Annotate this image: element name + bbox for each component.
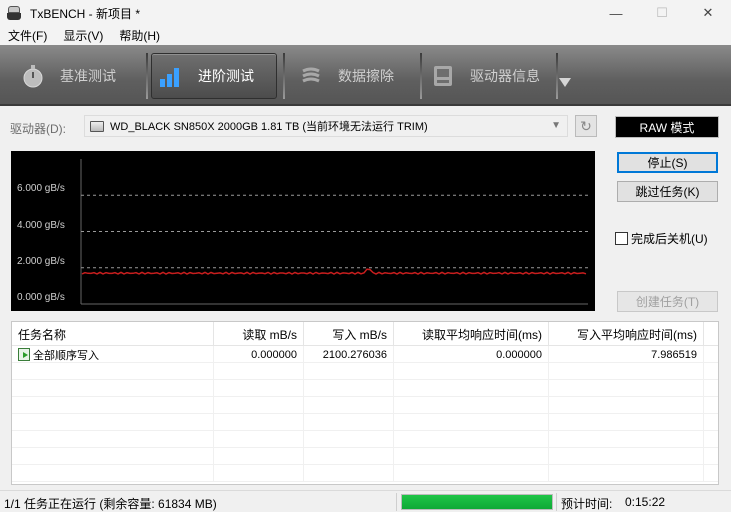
eta-label: 预计时间: (561, 497, 613, 511)
drive-selected-value: WD_BLACK SN850X 2000GB 1.81 TB (当前环境无法运行… (110, 121, 428, 133)
title-bar: TxBENCH - 新项目 * — ☐ ✕ (0, 0, 731, 26)
throughput-graph: 6.000 gB/s 4.000 gB/s 2.000 gB/s 0.000 g… (11, 151, 595, 311)
column-header[interactable]: 写入 mB/s (304, 322, 394, 346)
close-button[interactable]: ✕ (685, 0, 731, 26)
refresh-button[interactable]: ↻ (575, 115, 597, 137)
tab-advanced[interactable]: 进阶测试 (151, 53, 277, 99)
y-tick-label: 6.000 gB/s (17, 183, 65, 195)
column-header[interactable]: 任务名称 (12, 322, 214, 346)
tab-label: 基准测试 (60, 68, 116, 84)
eta-value: 0:15:22 (625, 495, 666, 509)
task-run-icon (18, 348, 30, 361)
write-value: 2100.276036 (304, 346, 394, 363)
task-table: 任务名称 读取 mB/s 写入 mB/s 读取平均响应时间(ms) 写入平均响应… (11, 321, 719, 485)
shutdown-label: 完成后关机(U) (631, 232, 708, 246)
menu-bar: 文件(F) 显示(V) 帮助(H) (0, 26, 731, 45)
menu-help[interactable]: 帮助(H) (111, 27, 168, 44)
app-icon (6, 5, 22, 21)
refresh-icon: ↻ (580, 117, 592, 134)
empty-row (12, 363, 718, 380)
read-avg-value: 0.000000 (394, 346, 549, 363)
drive-label: 驱动器(D): (10, 122, 66, 136)
write-speed-series-line (81, 268, 587, 275)
main-toolbar: 基准测试 进阶测试 数据擦除 驱动器信息 (0, 45, 731, 106)
write-avg-value: 7.986519 (549, 346, 704, 363)
tab-drive-info[interactable]: 驱动器信息 (430, 53, 555, 99)
progress-fill (402, 495, 552, 509)
eraser-icon (298, 63, 324, 89)
bar-chart-icon (158, 63, 184, 89)
column-header[interactable]: 读取 mB/s (214, 322, 304, 346)
empty-row (12, 448, 718, 465)
tab-label: 驱动器信息 (470, 68, 540, 84)
toolbar-more-icon[interactable] (559, 78, 571, 87)
chevron-down-icon: ▼ (551, 120, 561, 131)
empty-row (12, 397, 718, 414)
column-header[interactable]: 读取平均响应时间(ms) (394, 322, 549, 346)
drive-icon (90, 120, 104, 132)
y-tick-label: 4.000 gB/s (17, 219, 65, 231)
column-header[interactable]: 写入平均响应时间(ms) (549, 322, 704, 346)
window-title: TxBENCH - 新项目 * (30, 6, 141, 21)
table-row[interactable]: 全部顺序写入 0.000000 2100.276036 0.000000 7.9… (12, 346, 718, 363)
maximize-button[interactable]: ☐ (639, 0, 685, 26)
tab-erase[interactable]: 数据擦除 (298, 53, 418, 99)
status-bar: 1/1 任务正在运行 (剩余容量: 61834 MB) 预计时间: 0:15:2… (0, 490, 731, 512)
create-task-button[interactable]: 创建任务(T) (617, 291, 718, 312)
empty-row (12, 380, 718, 397)
menu-file[interactable]: 文件(F) (0, 27, 55, 44)
drive-select[interactable]: WD_BLACK SN850X 2000GB 1.81 TB (当前环境无法运行… (84, 115, 568, 137)
empty-row (12, 465, 718, 482)
drive-info-icon (430, 63, 456, 89)
raw-mode-badge: RAW 模式 (615, 116, 719, 138)
tab-benchmark[interactable]: 基准测试 (20, 53, 140, 99)
table-header: 任务名称 读取 mB/s 写入 mB/s 读取平均响应时间(ms) 写入平均响应… (12, 322, 718, 346)
y-tick-label: 2.000 gB/s (17, 255, 65, 267)
empty-row (12, 414, 718, 431)
shutdown-checkbox-row[interactable]: 完成后关机(U) (615, 230, 708, 247)
progress-bar (401, 494, 553, 510)
shutdown-checkbox[interactable] (615, 232, 628, 245)
minimize-button[interactable]: — (593, 0, 639, 26)
read-value: 0.000000 (214, 346, 304, 363)
tab-label: 数据擦除 (338, 68, 394, 84)
empty-row (12, 431, 718, 448)
stopwatch-icon (20, 63, 46, 89)
menu-view[interactable]: 显示(V) (55, 27, 111, 44)
y-tick-label: 0.000 gB/s (17, 292, 65, 303)
tab-label: 进阶测试 (198, 68, 254, 84)
task-name: 全部顺序写入 (33, 349, 99, 362)
skip-task-button[interactable]: 跳过任务(K) (617, 181, 718, 202)
status-text: 1/1 任务正在运行 (剩余容量: 61834 MB) (4, 497, 217, 511)
stop-button[interactable]: 停止(S) (617, 152, 718, 173)
graph-canvas (80, 159, 588, 305)
